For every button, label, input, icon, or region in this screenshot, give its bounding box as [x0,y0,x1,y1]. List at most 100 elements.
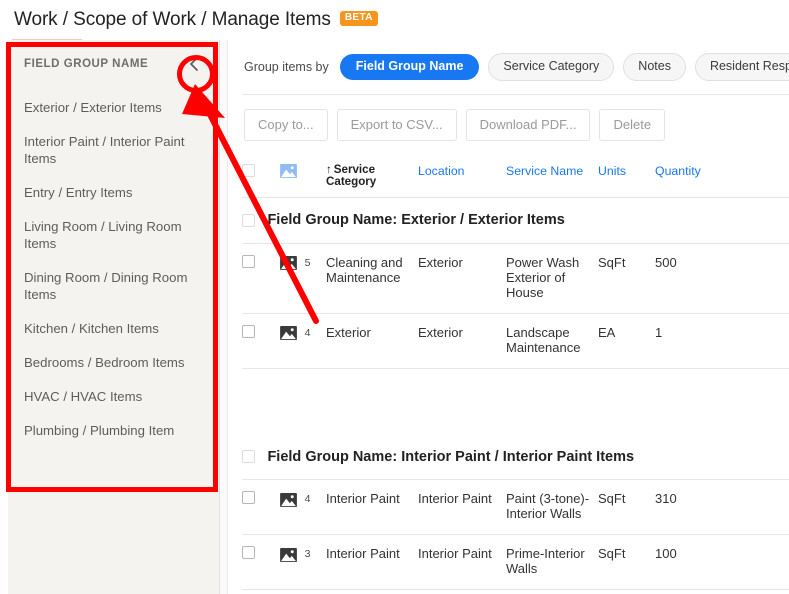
location-header[interactable]: Location [418,155,506,198]
sidebar-header: FIELD GROUP NAME [8,40,219,88]
table-row[interactable]: 4 Interior Paint Interior Paint Paint (3… [242,479,789,535]
app-root: Work / Scope of Work / Manage Items BETA… [0,0,789,594]
sidebar-item-bedrooms[interactable]: Bedrooms / Bedroom Items [8,345,219,379]
group-by-toolbar: Group items by Field Group Name Service … [228,40,789,94]
field-group-sidebar: FIELD GROUP NAME Exterior / Exterior Ite… [8,40,220,594]
cell-spacer [755,534,789,590]
cell-quantity: 100 [655,534,755,590]
row-select-cell[interactable] [242,534,280,590]
row-checkbox[interactable] [242,491,255,504]
beta-badge: BETA [339,10,378,26]
items-table-body: Field Group Name: Exterior / Exterior It… [242,197,789,590]
sidebar-item-kitchen[interactable]: Kitchen / Kitchen Items [8,311,219,345]
cell-service-name: Paint (3-tone)-Interior Walls [506,479,598,535]
table-row[interactable]: 3 Interior Paint Interior Paint Prime-In… [242,534,789,590]
image-count: 4 [304,326,311,339]
cell-quantity: 310 [655,479,755,535]
group-header-cell: Field Group Name: Exterior / Exterior It… [242,197,789,244]
items-table-head: ↑ Service Category Location Service Name … [242,155,789,198]
cell-spacer [755,313,789,369]
cell-quantity: 500 [655,243,755,314]
group-by-label: Group items by [244,59,329,74]
cell-location: Exterior [418,313,506,369]
group-title: Field Group Name: Interior Paint / Inter… [267,448,635,465]
units-header[interactable]: Units [598,155,655,198]
items-table-wrap: ↑ Service Category Location Service Name … [228,155,789,590]
cell-spacer [755,479,789,535]
row-image-cell[interactable]: 3 [280,534,326,590]
sidebar-item-exterior[interactable]: Exterior / Exterior Items [8,90,219,124]
row-image-cell[interactable]: 5 [280,243,326,314]
sidebar-scroll-gutter[interactable] [220,40,228,594]
items-main-panel: Group items by Field Group Name Service … [228,40,789,594]
image-count: 3 [304,548,311,561]
copy-to-button[interactable]: Copy to... [244,108,328,141]
spacer-header [755,155,789,198]
page-header: Work / Scope of Work / Manage Items BETA [0,0,789,40]
export-to-csv-button[interactable]: Export to CSV... [336,108,457,141]
group-header-cell: Field Group Name: Interior Paint / Inter… [242,434,789,480]
sidebar-item-dining-room[interactable]: Dining Room / Dining Room Items [8,260,219,311]
chevron-left-icon [190,57,198,71]
group-by-resident-responsible[interactable]: Resident Responsible [694,53,789,81]
row-image-cell[interactable]: 4 [280,313,326,369]
table-row[interactable]: 4 Exterior Exterior Landscape Maintenanc… [242,313,789,369]
cell-location: Interior Paint [418,479,506,535]
image-count: 5 [304,256,311,269]
select-all-checkbox[interactable] [242,163,255,177]
cell-units: SqFt [598,479,655,535]
sidebar-item-hvac[interactable]: HVAC / HVAC Items [8,379,219,413]
group-by-notes[interactable]: Notes [623,53,686,81]
sidebar-item-plumbing[interactable]: Plumbing / Plumbing Item [8,413,219,447]
image-icon [280,547,297,562]
bulk-actions-toolbar: Copy to... Export to CSV... Download PDF… [228,95,789,156]
service-name-header[interactable]: Service Name [506,155,598,198]
cell-service-category: Cleaning and Maintenance [326,243,418,314]
cell-service-category: Interior Paint [326,534,418,590]
sidebar-item-interior-paint[interactable]: Interior Paint / Interior Paint Items [8,124,219,175]
download-pdf-button[interactable]: Download PDF... [465,108,591,141]
breadcrumb-title: Work / Scope of Work / Manage Items [14,9,331,30]
group-by-field-group-name[interactable]: Field Group Name [339,54,480,80]
cell-units: SqFt [598,534,655,590]
image-count: 4 [304,493,311,506]
delete-button[interactable]: Delete [599,108,666,141]
table-header-row: ↑ Service Category Location Service Name … [242,155,789,198]
group-header-row: Field Group Name: Exterior / Exterior It… [242,197,789,244]
cell-location: Interior Paint [418,534,506,590]
cell-service-name: Power Wash Exterior of House [506,243,598,314]
group-by-service-category[interactable]: Service Category [488,53,615,81]
image-icon [280,256,297,271]
quantity-header[interactable]: Quantity [655,155,755,198]
cell-service-name: Landscape Maintenance [506,313,598,369]
sidebar-item-living-room[interactable]: Living Room / Living Room Items [8,209,219,260]
row-checkbox[interactable] [242,324,255,338]
image-column-header [280,155,326,198]
group-spacer-row [242,368,789,434]
row-image-cell[interactable]: 4 [280,479,326,535]
row-checkbox[interactable] [242,546,255,559]
cell-location: Exterior [418,243,506,314]
service-category-header[interactable]: ↑ Service Category [326,155,418,198]
service-category-header-label: Service Category [326,162,377,188]
cell-service-name: Prime-Interior Walls [506,534,598,590]
image-icon [280,492,297,507]
items-table: ↑ Service Category Location Service Name … [242,155,789,590]
group-select-checkbox[interactable] [242,450,255,464]
sidebar-collapse-button[interactable] [183,53,205,75]
field-group-list: Exterior / Exterior Items Interior Paint… [8,88,219,447]
cell-quantity: 1 [655,313,755,369]
group-select-checkbox[interactable] [242,213,255,227]
image-icon [280,326,297,341]
sidebar-item-entry[interactable]: Entry / Entry Items [8,175,219,209]
cell-units: EA [598,313,655,369]
table-row[interactable]: 5 Cleaning and Maintenance Exterior Powe… [242,243,789,314]
image-icon [280,164,297,179]
row-checkbox[interactable] [242,254,255,268]
select-all-header[interactable] [242,155,280,198]
row-select-cell[interactable] [242,243,280,314]
cell-service-category: Interior Paint [326,479,418,535]
row-select-cell[interactable] [242,479,280,535]
cell-spacer [755,243,789,314]
row-select-cell[interactable] [242,313,280,369]
